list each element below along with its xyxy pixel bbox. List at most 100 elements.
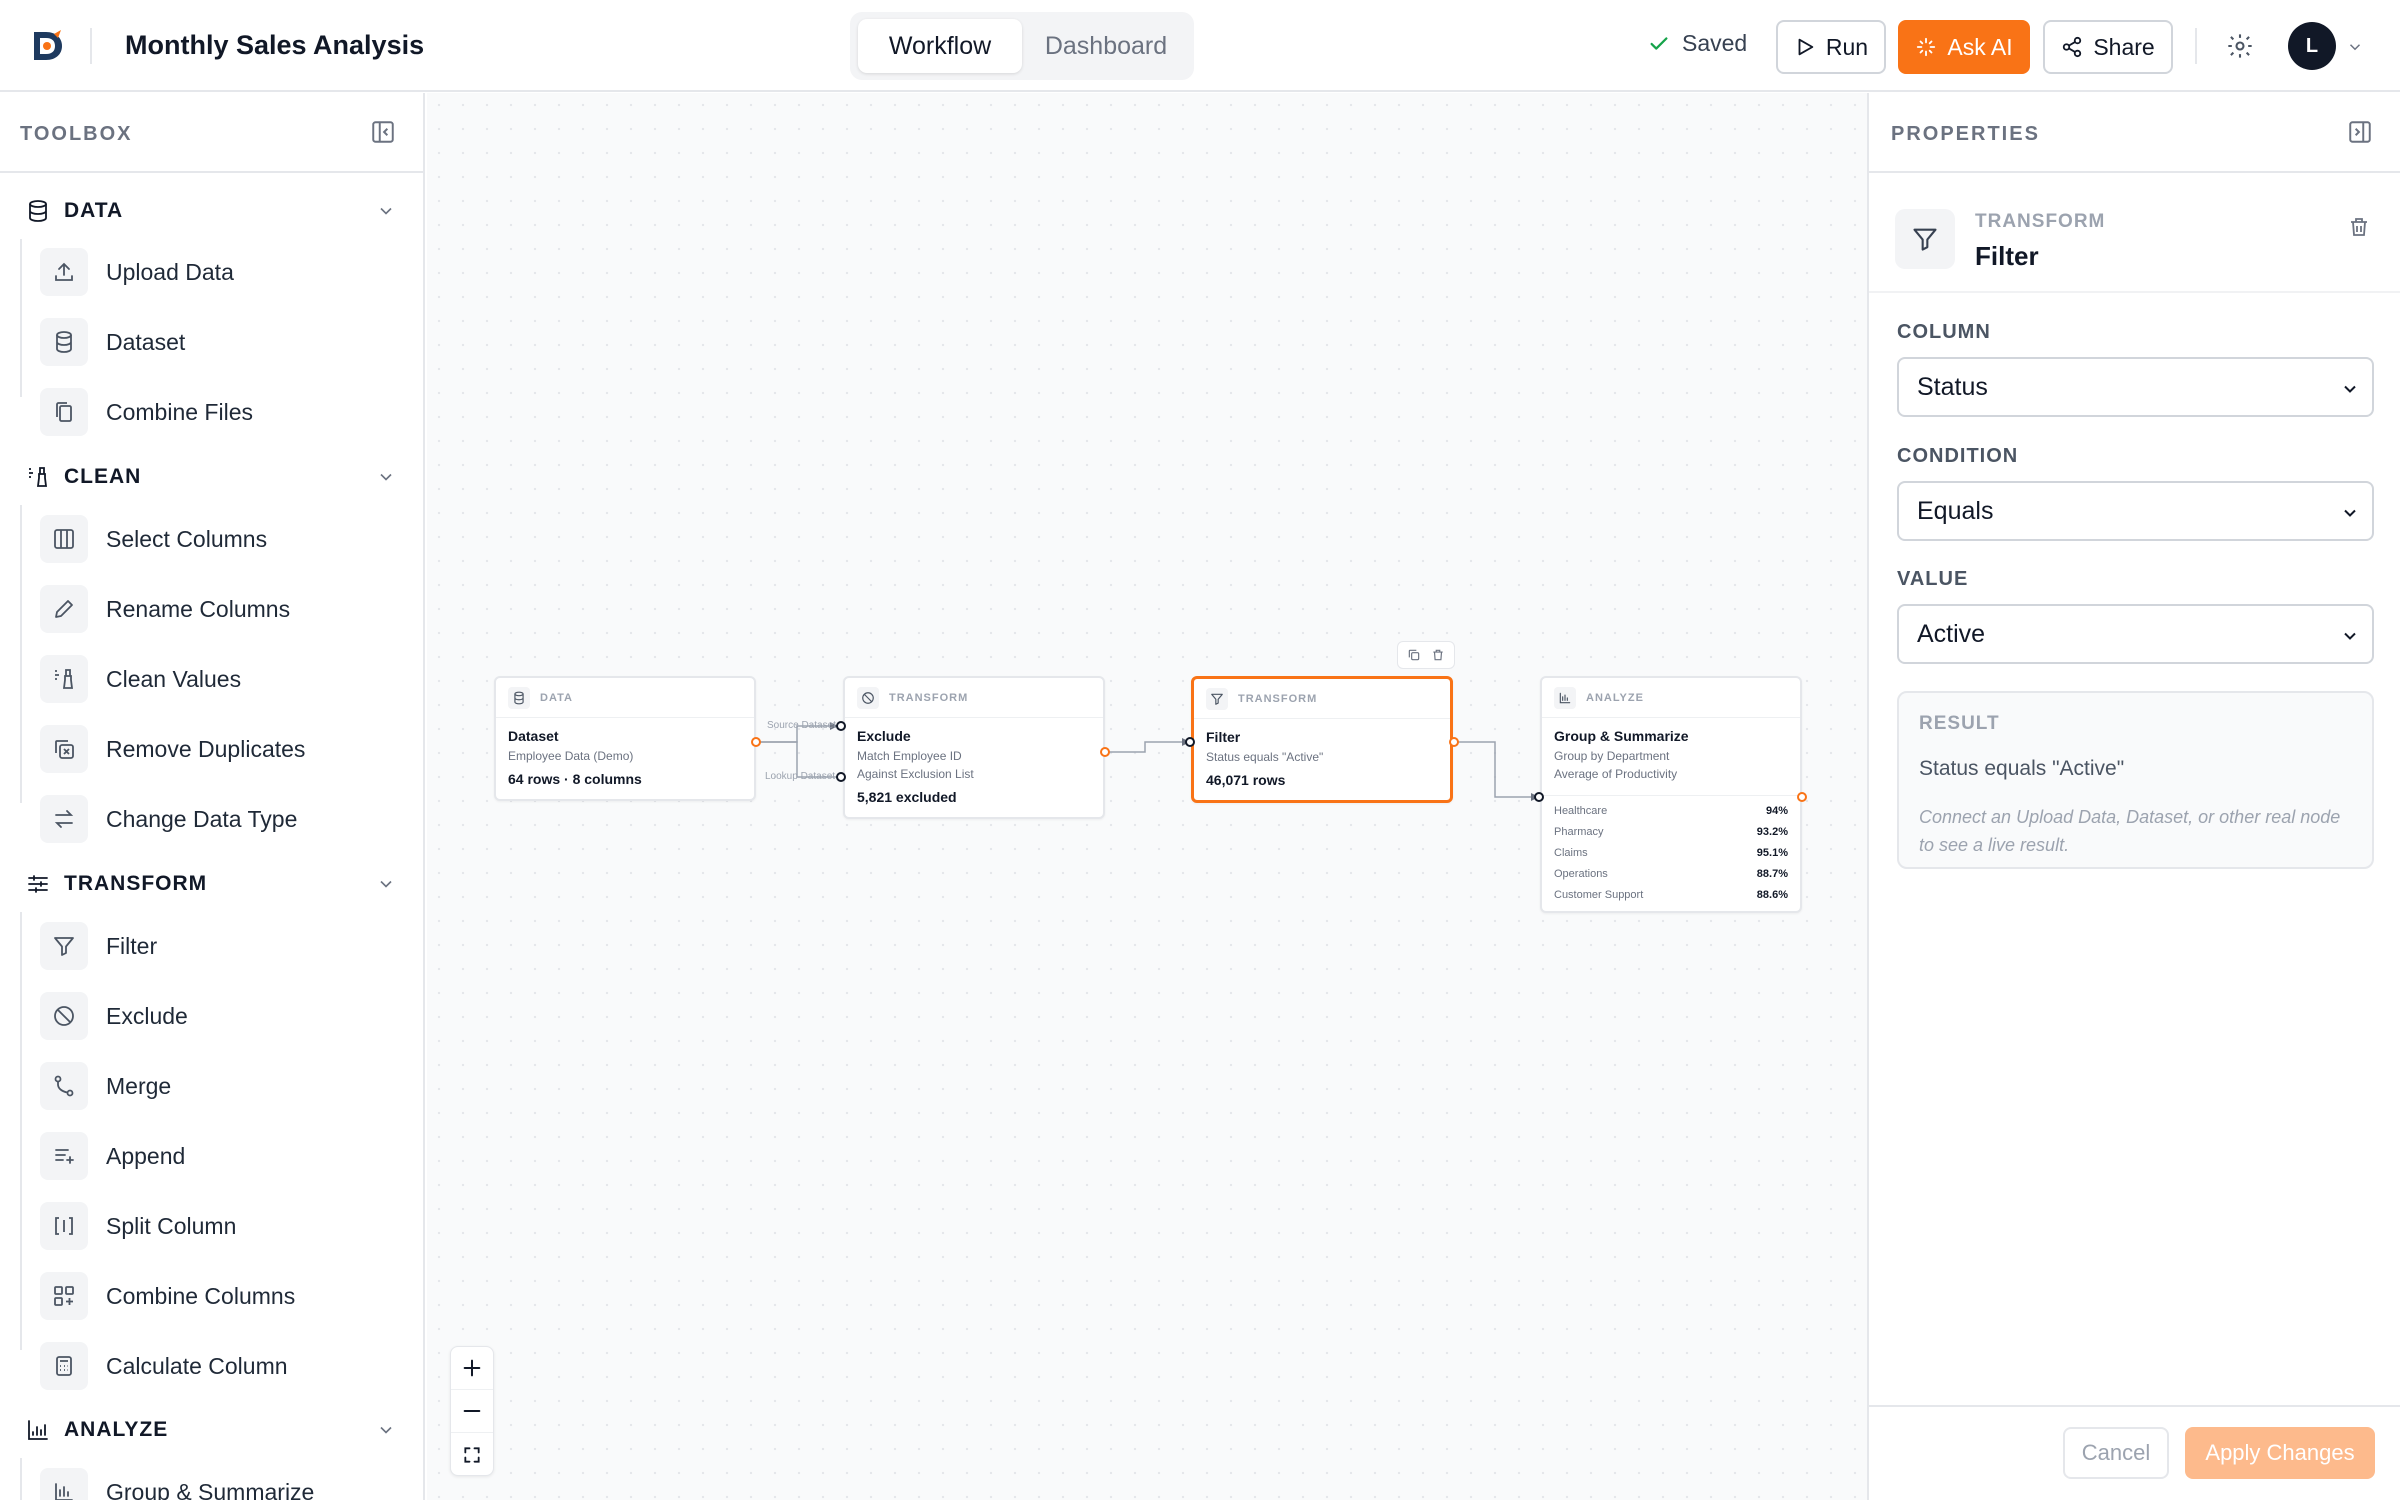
column-select[interactable]: Status xyxy=(1897,357,2374,417)
saved-status: Saved xyxy=(1648,30,1747,57)
copy-icon[interactable] xyxy=(1407,648,1421,662)
input-port-source[interactable] xyxy=(836,721,846,731)
node-category: TRANSFORM xyxy=(889,691,969,704)
sparkle-icon xyxy=(1917,37,1936,57)
tool-upload-data[interactable]: Upload Data xyxy=(40,246,234,298)
tool-exclude[interactable]: Exclude xyxy=(40,990,188,1042)
chevron-down-icon xyxy=(380,1426,392,1434)
plus-icon xyxy=(463,1359,481,1377)
avatar[interactable]: L xyxy=(2288,22,2336,70)
result-note: Connect an Upload Data, Dataset, or othe… xyxy=(1919,807,2341,855)
tab-workflow[interactable]: Workflow xyxy=(858,19,1022,73)
node-filter[interactable]: TRANSFORM Filter Status equals "Active" … xyxy=(1191,676,1453,803)
database-icon xyxy=(56,331,72,353)
node-header: TRANSFORM xyxy=(845,678,1103,718)
output-port[interactable] xyxy=(1449,737,1459,747)
chevron-down-icon[interactable] xyxy=(2346,38,2364,56)
row-value: 93.2% xyxy=(1756,825,1788,838)
condition-select[interactable]: Equals xyxy=(1897,481,2374,541)
run-label: Run xyxy=(1825,33,1869,60)
zoom-out-button[interactable] xyxy=(451,1390,493,1433)
brush-icon xyxy=(55,669,74,689)
tool-remove-duplicates[interactable]: Remove Duplicates xyxy=(40,723,305,775)
select-value: Status xyxy=(1917,372,1988,401)
node-dataset[interactable]: DATA Dataset Employee Data (Demo) 64 row… xyxy=(494,676,756,801)
tool-combine-columns[interactable]: Combine Columns xyxy=(40,1270,295,1322)
section-data[interactable]: DATA xyxy=(26,199,396,223)
tool-dataset[interactable]: Dataset xyxy=(40,316,185,368)
value-select[interactable]: Active xyxy=(1897,604,2374,664)
node-header: TRANSFORM xyxy=(1194,679,1450,719)
run-button[interactable]: Run xyxy=(1776,20,1886,74)
tool-append[interactable]: Append xyxy=(40,1130,185,1182)
combine-icon xyxy=(54,1286,74,1306)
tool-split-column[interactable]: Split Column xyxy=(40,1200,236,1252)
database-icon xyxy=(29,200,47,222)
append-icon xyxy=(55,1149,74,1164)
node-header: DATA xyxy=(496,678,754,718)
node-name: Filter xyxy=(1975,241,2039,271)
ask-ai-button[interactable]: Ask AI xyxy=(1898,20,2030,74)
node-group-summarize[interactable]: ANALYZE Group & Summarize Group by Depar… xyxy=(1540,676,1802,913)
tool-calculate-column[interactable]: Calculate Column xyxy=(40,1340,288,1392)
node-header: ANALYZE xyxy=(1542,678,1800,718)
ban-icon xyxy=(54,1006,74,1026)
section-analyze[interactable]: ANALYZE xyxy=(26,1418,396,1442)
collapse-panel-icon[interactable] xyxy=(2347,119,2373,145)
chevron-down-icon xyxy=(380,880,392,888)
check-icon xyxy=(1650,36,1668,50)
output-port[interactable] xyxy=(1797,792,1807,802)
tool-label: Combine Columns xyxy=(106,1282,296,1309)
share-button[interactable]: Share xyxy=(2043,20,2173,74)
tool-select-columns[interactable]: Select Columns xyxy=(40,513,267,565)
section-line xyxy=(20,912,22,1350)
fit-view-button[interactable] xyxy=(451,1433,493,1476)
tab-dashboard[interactable]: Dashboard xyxy=(1026,19,1186,73)
node-title: Group & Summarize xyxy=(1554,728,1689,744)
section-transform[interactable]: TRANSFORM xyxy=(26,872,396,896)
input-port[interactable] xyxy=(1185,737,1195,747)
app-logo[interactable] xyxy=(28,26,68,66)
input-port[interactable] xyxy=(1534,792,1544,802)
zoom-in-button[interactable] xyxy=(451,1347,493,1390)
chevron-down-icon xyxy=(2344,632,2356,640)
tool-group-summarize[interactable]: Group & Summarize xyxy=(40,1466,314,1500)
workflow-title[interactable]: Monthly Sales Analysis xyxy=(125,30,424,61)
tool-rename-columns[interactable]: Rename Columns xyxy=(40,583,290,635)
merge-icon xyxy=(54,1075,74,1097)
gear-icon[interactable] xyxy=(2226,32,2254,60)
section-clean[interactable]: CLEAN xyxy=(26,465,396,489)
node-title: Dataset xyxy=(508,728,559,744)
input-port-lookup[interactable] xyxy=(836,772,846,782)
result-text: Status equals "Active" xyxy=(1919,757,2125,780)
minus-icon xyxy=(463,1409,481,1413)
edge-filter-analyze xyxy=(1454,741,1539,798)
workflow-canvas[interactable]: Source Dataset Lookup Dataset DATA Datas… xyxy=(427,93,1867,1500)
collapse-panel-icon[interactable] xyxy=(370,119,396,145)
cancel-button[interactable]: Cancel xyxy=(2063,1427,2169,1479)
output-port[interactable] xyxy=(751,737,761,747)
node-stat: 5,821 excluded xyxy=(857,789,957,805)
divider xyxy=(0,171,423,173)
chevron-down-icon xyxy=(2344,385,2356,393)
select-value: Equals xyxy=(1917,496,1994,525)
tool-change-data-type[interactable]: Change Data Type xyxy=(40,793,297,845)
tool-clean-values[interactable]: Clean Values xyxy=(40,653,241,705)
section-label: DATA xyxy=(64,199,124,222)
tool-label: Select Columns xyxy=(106,525,268,552)
trash-icon[interactable] xyxy=(1431,648,1445,662)
tool-filter[interactable]: Filter xyxy=(40,920,157,972)
section-label: TRANSFORM xyxy=(64,872,208,895)
node-subtitle: Against Exclusion List xyxy=(857,767,974,781)
chart-bars-icon xyxy=(1559,692,1571,703)
tool-label: Merge xyxy=(106,1072,172,1099)
output-port[interactable] xyxy=(1100,747,1110,757)
node-exclude[interactable]: TRANSFORM Exclude Match Employee ID Agai… xyxy=(843,676,1105,819)
trash-icon[interactable] xyxy=(2347,215,2371,239)
row-value: 95.1% xyxy=(1756,846,1788,859)
share-label: Share xyxy=(2093,33,2155,60)
apply-changes-button[interactable]: Apply Changes xyxy=(2185,1427,2375,1479)
arrows-swap-icon xyxy=(54,810,74,828)
tool-combine-files[interactable]: Combine Files xyxy=(40,386,253,438)
tool-merge[interactable]: Merge xyxy=(40,1060,171,1112)
